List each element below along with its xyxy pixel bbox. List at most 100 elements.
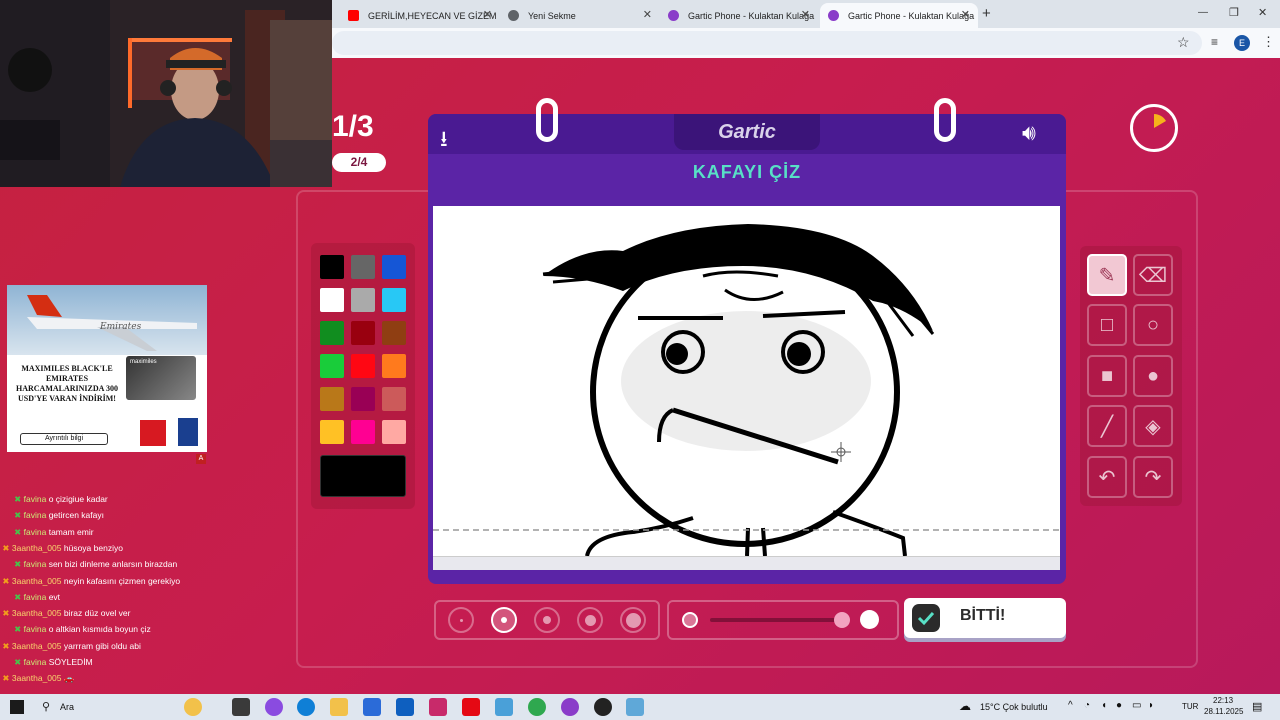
line-icon[interactable]: ╱: [1087, 405, 1127, 447]
netflix-icon[interactable]: [462, 698, 480, 716]
language-indicator[interactable]: TUR: [1182, 702, 1198, 711]
color-swatch[interactable]: [320, 420, 344, 444]
bucket-fill-icon[interactable]: ◈: [1133, 405, 1173, 447]
chat-username[interactable]: favina: [24, 494, 47, 504]
color-swatch[interactable]: [351, 288, 375, 312]
chat-username[interactable]: 3aantha_005: [12, 576, 62, 586]
drawing-canvas[interactable]: [433, 206, 1060, 560]
reading-list-icon[interactable]: ≡: [1211, 35, 1218, 49]
tab-close-icon[interactable]: ✕: [483, 8, 492, 21]
store-icon[interactable]: [363, 698, 381, 716]
chat-username[interactable]: favina: [24, 592, 47, 602]
tab-close-icon[interactable]: ✕: [961, 8, 970, 21]
color-swatch[interactable]: [320, 255, 344, 279]
brush-size-3[interactable]: [534, 607, 560, 633]
tab-gartic-1[interactable]: Gartic Phone - Kulaktan Kulağa ✕: [660, 3, 818, 28]
app-icon[interactable]: [429, 698, 447, 716]
color-swatch[interactable]: [351, 420, 375, 444]
file-explorer-icon[interactable]: [330, 698, 348, 716]
color-swatch[interactable]: [320, 321, 344, 345]
edge-icon[interactable]: [297, 698, 315, 716]
url-input[interactable]: [332, 31, 1202, 55]
notification-icon[interactable]: ▤: [1252, 700, 1262, 713]
chat-username[interactable]: 3aantha_005: [12, 608, 62, 618]
drawing-image: [433, 224, 1060, 557]
gartic-taskbar-icon[interactable]: [561, 698, 579, 716]
color-swatch[interactable]: [382, 321, 406, 345]
color-swatch[interactable]: [351, 321, 375, 345]
windows-start-icon[interactable]: [10, 700, 24, 714]
maximize-button[interactable]: ❐: [1229, 6, 1239, 19]
webcam-overlay: [0, 0, 332, 187]
brush-size-1[interactable]: [448, 607, 474, 633]
outlook-icon[interactable]: [396, 698, 414, 716]
ellipse-outline-icon[interactable]: ○: [1133, 304, 1173, 346]
browser-menu-icon[interactable]: ⋮: [1262, 34, 1275, 50]
minimize-button[interactable]: —: [1198, 7, 1208, 18]
color-swatch[interactable]: [351, 255, 375, 279]
speaker-icon[interactable]: ◗: [1148, 700, 1154, 711]
profile-avatar[interactable]: E: [1234, 35, 1250, 51]
color-swatch[interactable]: [382, 288, 406, 312]
mic-icon[interactable]: ●: [1116, 700, 1122, 711]
volume-icon[interactable]: 🔊︎: [1022, 120, 1036, 146]
color-swatch[interactable]: [320, 387, 344, 411]
ad-details-button[interactable]: Ayrıntılı bilgi: [20, 433, 108, 445]
brush-size-5[interactable]: [620, 607, 646, 633]
brush-size-2[interactable]: [491, 607, 517, 633]
app-icon[interactable]: [495, 698, 513, 716]
color-swatch[interactable]: [320, 288, 344, 312]
chat-username[interactable]: favina: [24, 624, 47, 634]
new-tab-button[interactable]: +: [982, 5, 991, 22]
tab-close-icon[interactable]: ✕: [643, 8, 652, 21]
bookmark-star-icon[interactable]: ☆: [1177, 34, 1190, 51]
rectangle-fill-icon[interactable]: ■: [1087, 355, 1127, 397]
app-icon[interactable]: [265, 698, 283, 716]
rectangle-outline-icon[interactable]: □: [1087, 304, 1127, 346]
chrome-icon[interactable]: [528, 698, 546, 716]
tray-chevron-icon[interactable]: ^: [1068, 700, 1073, 711]
download-icon[interactable]: ⭳: [440, 122, 448, 160]
color-swatch[interactable]: [351, 354, 375, 378]
color-swatch[interactable]: [351, 387, 375, 411]
network-icon[interactable]: ◔: [1084, 700, 1090, 711]
tab-new[interactable]: Yeni Sekme ✕: [500, 3, 660, 28]
clock-date[interactable]: 28.11.2025: [1204, 707, 1243, 716]
chat-username[interactable]: 3aantha_005: [12, 673, 62, 683]
ad-airplane-image: [7, 285, 207, 355]
undo-icon[interactable]: ↶: [1087, 456, 1127, 498]
weather-text[interactable]: 15°C Çok bulutlu: [980, 702, 1048, 712]
eraser-icon[interactable]: ⌫: [1133, 254, 1173, 296]
pencil-icon[interactable]: ✎: [1087, 254, 1127, 296]
copilot-icon[interactable]: [184, 698, 202, 716]
chat-username[interactable]: favina: [24, 559, 47, 569]
ellipse-fill-icon[interactable]: ●: [1133, 355, 1173, 397]
tab-youtube[interactable]: GERİLİM,HEYECAN VE GİZEM ✕: [340, 3, 500, 28]
opacity-slider-handle[interactable]: [834, 612, 850, 628]
tab-close-icon[interactable]: ✕: [801, 8, 810, 21]
chat-text: getircen kafayı: [46, 510, 104, 521]
brush-size-4[interactable]: [577, 607, 603, 633]
color-swatch[interactable]: [382, 354, 406, 378]
close-window-button[interactable]: ✕: [1258, 6, 1267, 19]
opacity-slider-track[interactable]: [710, 618, 846, 622]
volume-tray-icon[interactable]: ◖: [1101, 700, 1107, 711]
obs-icon[interactable]: [594, 698, 612, 716]
task-view-icon[interactable]: [232, 698, 250, 716]
chat-username[interactable]: 3aantha_005: [12, 543, 62, 553]
color-swatch[interactable]: [320, 354, 344, 378]
taskbar-search-label[interactable]: Ara: [60, 702, 74, 712]
battery-icon[interactable]: ▭: [1132, 700, 1141, 711]
taskbar-search-icon[interactable]: ⚲: [42, 700, 50, 713]
tab-gartic-2[interactable]: Gartic Phone - Kulaktan Kulağa ✕: [820, 3, 978, 28]
chat-username[interactable]: favina: [24, 657, 47, 667]
chat-username[interactable]: favina: [24, 527, 47, 537]
clock-time[interactable]: 22:13: [1213, 696, 1233, 705]
color-swatch[interactable]: [382, 420, 406, 444]
color-swatch[interactable]: [382, 387, 406, 411]
chat-username[interactable]: favina: [24, 510, 47, 520]
app-icon[interactable]: [626, 698, 644, 716]
color-swatch[interactable]: [382, 255, 406, 279]
chat-username[interactable]: 3aantha_005: [12, 641, 62, 651]
redo-icon[interactable]: ↷: [1133, 456, 1173, 498]
